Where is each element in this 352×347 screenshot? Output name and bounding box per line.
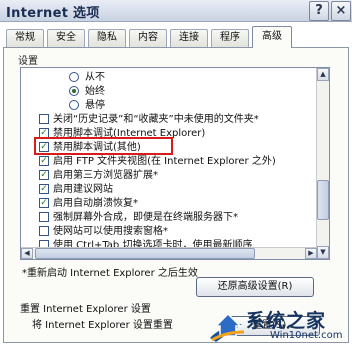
watermark-url: Win10net.com — [270, 330, 343, 341]
watermark-brand: 系统之家 — [246, 310, 327, 332]
scroll-up-icon[interactable]: ▲ — [317, 68, 329, 81]
watermark-logo: 系统之家 Win10net.com — [206, 302, 352, 347]
setting-close-unused-folders[interactable]: 关闭“历史记录”和“收藏夹”中未使用的文件夹* — [21, 113, 317, 126]
tab-security[interactable]: 安全 — [47, 29, 85, 47]
setting-enable-third-party-extensions[interactable]: ✓ 启用第三方浏览器扩展* — [21, 169, 317, 182]
hscroll-thumb[interactable] — [35, 248, 255, 259]
radio-button[interactable] — [69, 72, 79, 82]
restore-advanced-settings-button[interactable]: 还原高级设置(R) — [196, 277, 314, 297]
setting-force-offscreen-compositing[interactable]: 强制屏幕外合成，即便是在终端服务器下* — [21, 211, 317, 224]
checkbox[interactable] — [39, 212, 49, 222]
setting-enable-suggested-sites[interactable]: ✓ 启用建议网站 — [21, 183, 317, 196]
setting-radio-always[interactable]: 始终 — [21, 85, 317, 98]
setting-label: 启用建议网站 — [53, 184, 113, 195]
scroll-left-icon[interactable]: ◀ — [21, 248, 33, 259]
checkbox[interactable] — [39, 114, 49, 124]
radio-button[interactable] — [69, 86, 79, 96]
setting-enable-crash-recovery[interactable]: ✓ 启用自动崩溃恢复* — [21, 197, 317, 210]
radio-button[interactable] — [69, 100, 79, 110]
setting-label: 始终 — [85, 86, 105, 97]
checkbox[interactable]: ✓ — [39, 170, 49, 180]
setting-label: 从不 — [85, 72, 105, 83]
tab-connections[interactable]: 连接 — [170, 29, 208, 47]
reset-description: 将 Internet Explorer 设置重置 — [32, 320, 173, 331]
tab-advanced[interactable]: 高级 — [252, 26, 292, 48]
setting-radio-never[interactable]: 从不 — [21, 71, 317, 84]
scroll-down-icon[interactable]: ▼ — [317, 246, 329, 259]
scroll-thumb[interactable] — [317, 180, 329, 220]
tab-programs[interactable]: 程序 — [211, 29, 249, 47]
settings-list[interactable]: 从不 始终 悬停 关闭“历史记录”和“收藏夹”中未使用的文件夹* ✓ 禁用脚本调… — [20, 67, 330, 260]
checkbox[interactable] — [39, 226, 49, 236]
restart-note: *重新启动 Internet Explorer 之后生效 — [22, 268, 198, 279]
setting-label: 启用 FTP 文件夹视图(在 Internet Explorer 之外) — [53, 156, 276, 167]
tab-strip: 常规 安全 隐私 内容 连接 程序 高级 — [0, 26, 352, 48]
window-title: Internet 选项 — [6, 6, 100, 21]
close-icon[interactable]: × — [331, 1, 351, 21]
vertical-scrollbar[interactable]: ▲ ▼ — [316, 68, 329, 259]
red-highlight-annotation — [34, 137, 173, 155]
house-logo-icon — [210, 312, 245, 342]
tab-privacy[interactable]: 隐私 — [88, 29, 126, 47]
setting-label: 悬停 — [85, 100, 105, 111]
setting-label: 关闭“历史记录”和“收藏夹”中未使用的文件夹* — [53, 114, 259, 125]
settings-group-label: 设置 — [18, 56, 38, 67]
checkbox[interactable]: ✓ — [39, 198, 49, 208]
setting-label: 启用自动崩溃恢复* — [53, 198, 138, 209]
setting-label: 使网站可以使用搜索窗格* — [53, 226, 168, 237]
setting-label: 强制屏幕外合成，即便是在终端服务器下* — [53, 212, 238, 223]
tab-content[interactable]: 内容 — [129, 29, 167, 47]
help-icon[interactable]: ? — [309, 1, 329, 21]
setting-enable-ftp-folder-view[interactable]: ✓ 启用 FTP 文件夹视图(在 Internet Explorer 之外) — [21, 155, 317, 168]
setting-label: 启用第三方浏览器扩展* — [53, 170, 158, 181]
setting-radio-hover[interactable]: 悬停 — [21, 99, 317, 112]
checkbox[interactable]: ✓ — [39, 184, 49, 194]
title-bar: Internet 选项 ? × — [0, 0, 352, 22]
horizontal-scrollbar[interactable]: ◀ ▶ — [21, 247, 317, 259]
checkbox[interactable]: ✓ — [39, 156, 49, 166]
scroll-right-icon[interactable]: ▶ — [305, 248, 317, 259]
setting-allow-search-pane[interactable]: 使网站可以使用搜索窗格* — [21, 225, 317, 238]
tab-general[interactable]: 常规 — [6, 29, 44, 47]
reset-section-title: 重置 Internet Explorer 设置 — [20, 304, 151, 315]
